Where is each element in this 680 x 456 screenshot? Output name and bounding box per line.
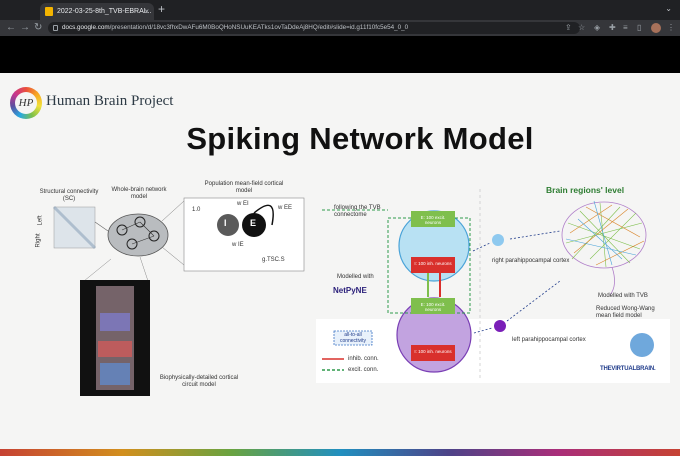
reload-button[interactable]: ↻: [34, 21, 42, 35]
side-panel-icon[interactable]: ▯: [637, 22, 641, 34]
left-cortex-label: left parahippocampal cortex: [512, 337, 586, 343]
tab-title: 2022-03-25-8th_TVB-EBRAI...: [57, 8, 152, 15]
profile-avatar[interactable]: [651, 23, 661, 33]
netpyne-logo: NetPyNE: [333, 286, 367, 295]
bottom-exc-label: E: 100 excit. neurons: [420, 302, 446, 312]
reduced-model-label: Reduced Wong-Wang mean field model: [596, 306, 655, 319]
bottom-inh-label: I: 100 inh. neurons: [414, 349, 452, 354]
url-path: /presentation/d/18vc3fhxDwAFu6M0BoQHoNSU…: [109, 24, 409, 31]
right-cortex-label: right parahippocampal cortex: [492, 258, 570, 264]
right-region-node: [492, 234, 504, 246]
lock-icon: [53, 25, 58, 31]
url-host: docs.google.com: [62, 24, 110, 31]
browser-toolbar: ← → ↻ docs.google.com/presentation/d/18v…: [0, 20, 680, 36]
brain-connectome: [561, 201, 647, 269]
legend-excit-label: excit. conn.: [348, 367, 379, 373]
menu-icon[interactable]: ⋮: [667, 22, 675, 34]
new-tab-button[interactable]: +: [158, 2, 165, 16]
slides-icon: [45, 7, 53, 16]
browser-tab-strip: 2022-03-25-8th_TVB-EBRAI... × + ⌄: [0, 0, 680, 20]
extension-icon[interactable]: ◈: [594, 22, 600, 34]
legend-inhib-label: inhib. conn.: [348, 356, 379, 362]
puzzle-icon[interactable]: ✚: [609, 22, 616, 34]
right-figure-graphics: [316, 189, 670, 383]
top-exc-label: E: 100 excit. neurons: [420, 215, 446, 225]
browser-tab[interactable]: 2022-03-25-8th_TVB-EBRAI... ×: [40, 3, 154, 20]
modelled-tvb-label: Modelled with TVB: [598, 293, 648, 299]
modelled-with-label: Modelled with: [337, 274, 374, 280]
slide-canvas: HP Human Brain Project Spiking Network M…: [0, 73, 680, 449]
close-tab-icon[interactable]: ×: [144, 3, 149, 20]
back-button[interactable]: ←: [6, 21, 16, 35]
legend-all-label: all-to-all connectivity: [339, 332, 367, 344]
tab-search-icon[interactable]: ⌄: [665, 4, 672, 13]
address-bar[interactable]: docs.google.com/presentation/d/18vc3fhxD…: [48, 22, 580, 34]
share-icon[interactable]: ⇪: [565, 22, 572, 34]
forward-button[interactable]: →: [20, 21, 30, 35]
reading-list-icon[interactable]: ≡: [623, 22, 628, 34]
bookmark-star-icon[interactable]: ☆: [578, 22, 585, 34]
brand-gradient-bar: [0, 449, 680, 456]
tvb-brain-icon: [630, 333, 654, 357]
tvb-logo: THEVIRTUALBRAIN.: [600, 366, 656, 372]
following-label: following the TVB connectome: [334, 205, 381, 218]
left-region-node: [494, 320, 506, 332]
brain-regions-label: Brain regions' level: [546, 185, 625, 195]
top-inh-label: I: 100 inh. neurons: [414, 261, 452, 266]
